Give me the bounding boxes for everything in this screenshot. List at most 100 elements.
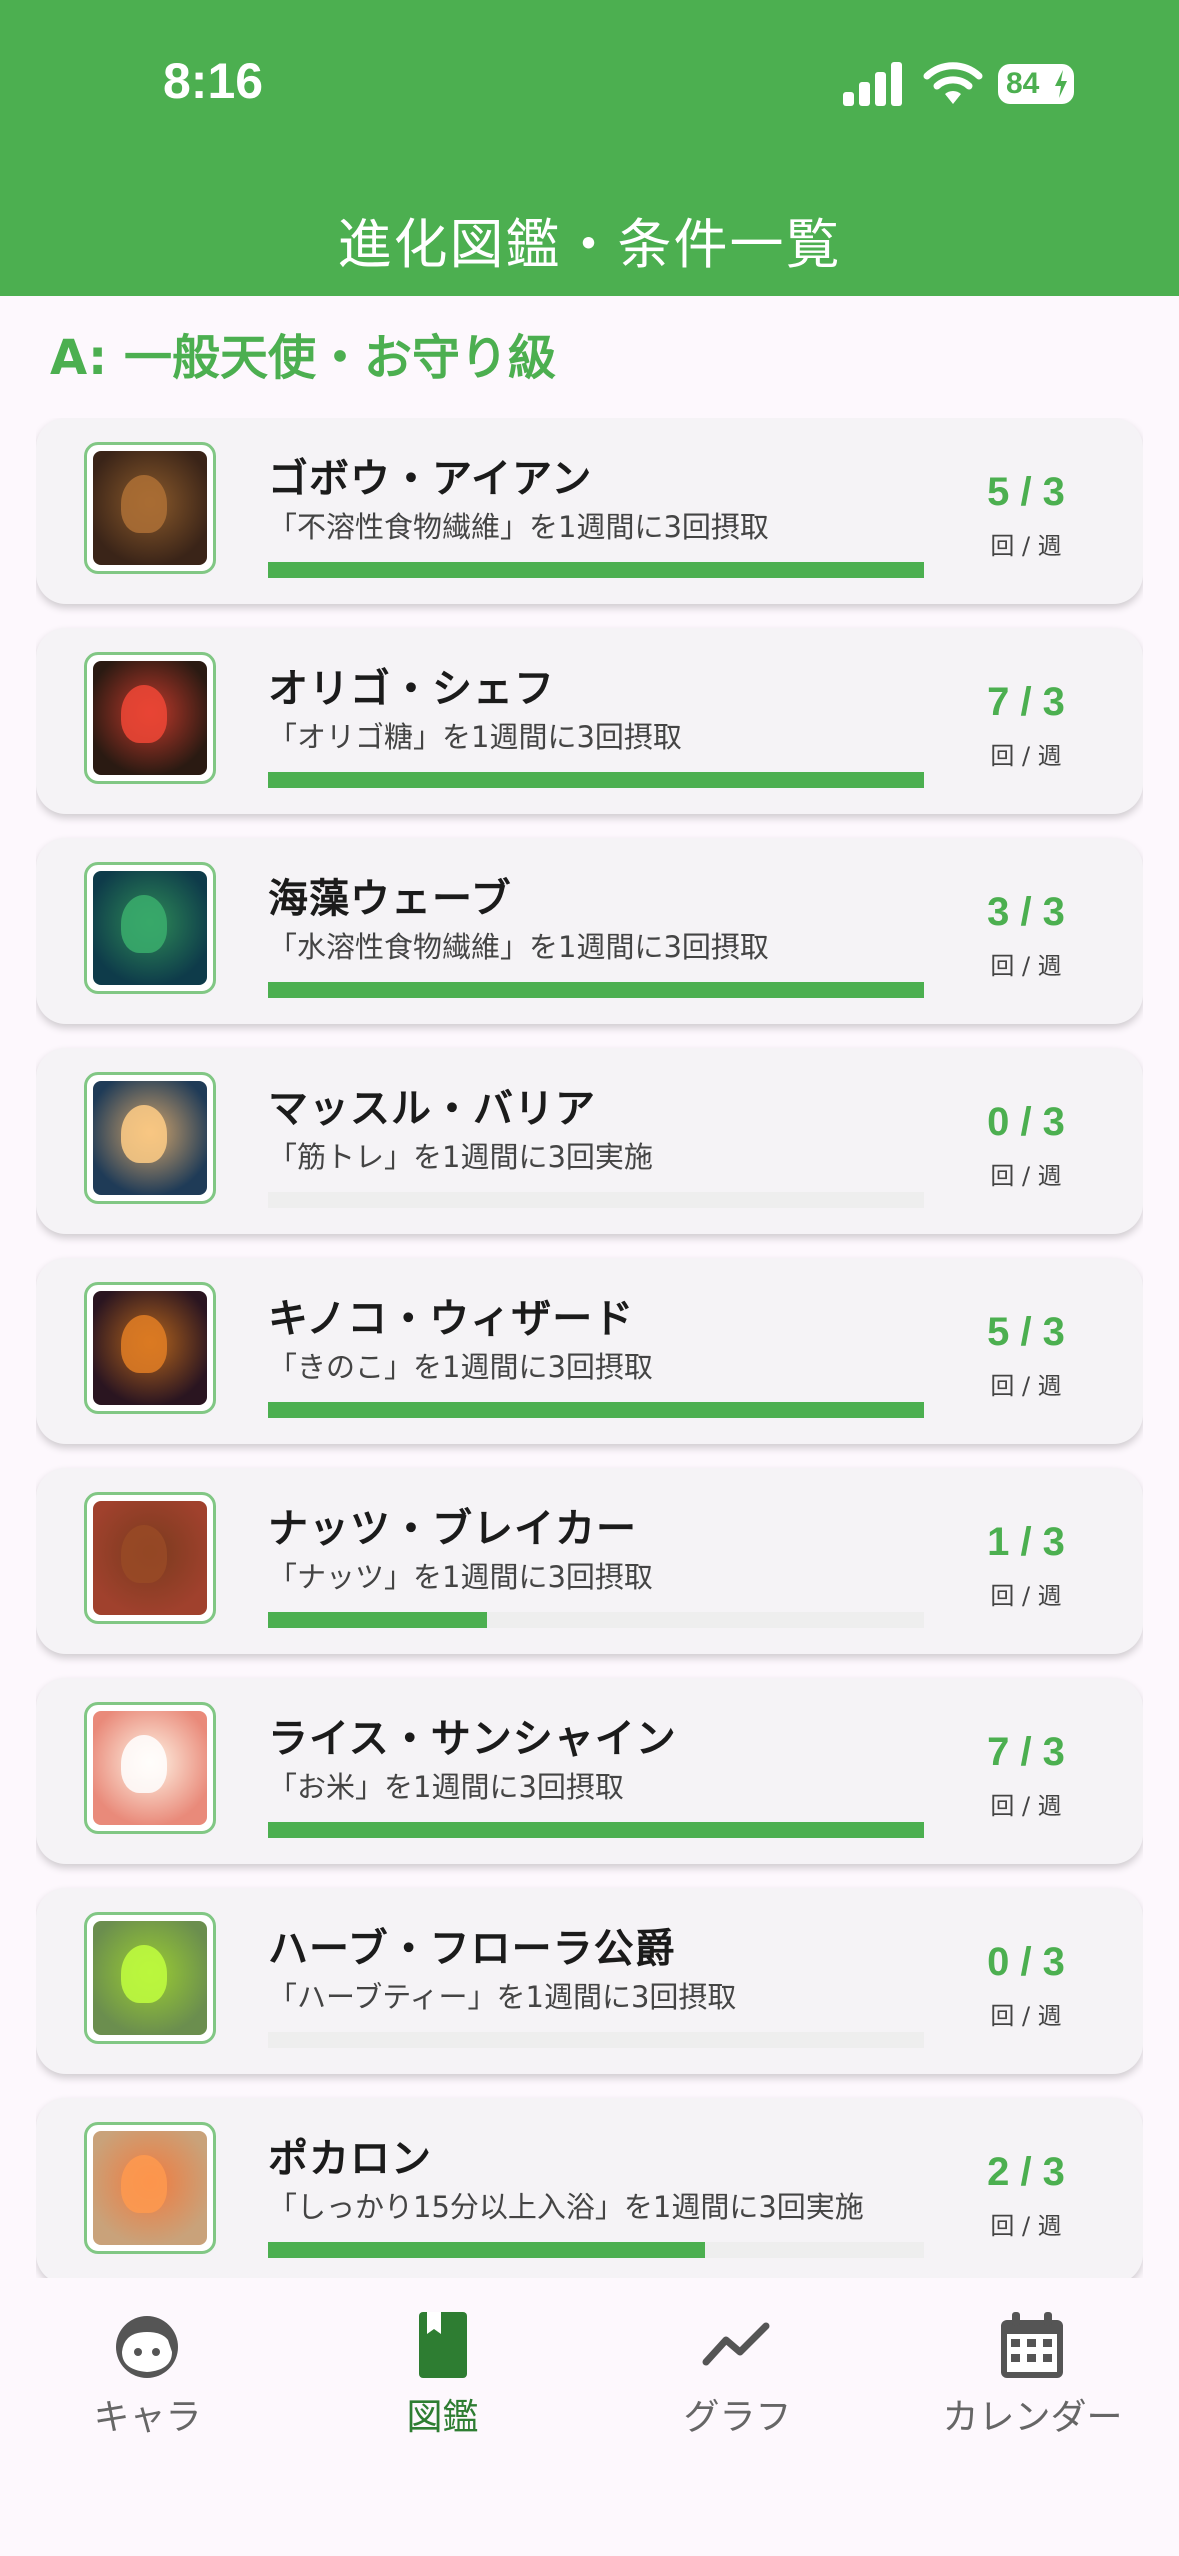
- nav-item-encyclopedia[interactable]: 図鑑: [295, 2280, 590, 2480]
- character-condition: 「しっかり15分以上入浴」を1週間に3回実施: [268, 2190, 864, 2224]
- progress-track: [268, 1402, 924, 1418]
- evolution-condition-list[interactable]: ゴボウ・アイアン 「不溶性食物繊維」を1週間に3回摂取 5 / 3 回 / 週 …: [36, 418, 1143, 2278]
- progress-count: 7 / 3: [987, 680, 1065, 724]
- progress-count: 5 / 3: [987, 1310, 1065, 1354]
- progress-unit: 回 / 週: [990, 1792, 1062, 1820]
- character-condition: 「ハーブティー」を1週間に3回摂取: [268, 1980, 737, 2014]
- progress-unit: 回 / 週: [990, 2212, 1062, 2240]
- progress-count: 7 / 3: [987, 1730, 1065, 1774]
- progress-count: 5 / 3: [987, 470, 1065, 514]
- character-card[interactable]: ハーブ・フローラ公爵 「ハーブティー」を1週間に3回摂取 0 / 3 回 / 週: [36, 1888, 1143, 2074]
- nav-item-character[interactable]: キャラ: [0, 2280, 295, 2480]
- character-card[interactable]: ゴボウ・アイアン 「不溶性食物繊維」を1週間に3回摂取 5 / 3 回 / 週: [36, 418, 1143, 604]
- character-figure: [121, 2155, 167, 2213]
- character-card[interactable]: キノコ・ウィザード 「きのこ」を1週間に3回摂取 5 / 3 回 / 週: [36, 1258, 1143, 1444]
- character-thumbnail: [84, 652, 216, 784]
- progress-track: [268, 1612, 924, 1628]
- progress-fill: [268, 1822, 924, 1838]
- character-card[interactable]: 海藻ウェーブ 「水溶性食物繊維」を1週間に3回摂取 3 / 3 回 / 週: [36, 838, 1143, 1024]
- character-thumbnail: [84, 1072, 216, 1204]
- character-figure: [121, 1105, 167, 1163]
- progress-count: 3 / 3: [987, 890, 1065, 934]
- battery-indicator: 84: [998, 64, 1074, 104]
- character-name: キノコ・ウィザード: [268, 1296, 635, 1342]
- wifi-icon: [923, 62, 983, 104]
- nav-item-graph[interactable]: グラフ: [590, 2280, 885, 2480]
- bottom-navigation: キャラ 図鑑 グラフ カレンダー: [0, 2280, 1179, 2556]
- progress-track: [268, 1822, 924, 1838]
- character-thumbnail: [84, 1702, 216, 1834]
- character-thumbnail: [84, 442, 216, 574]
- character-condition: 「きのこ」を1週間に3回摂取: [268, 1350, 653, 1384]
- chart-line-icon: [702, 2322, 770, 2366]
- character-condition: 「オリゴ糖」を1週間に3回摂取: [268, 720, 682, 754]
- nav-label: 図鑑: [406, 2397, 479, 2438]
- page-title: 進化図鑑・条件一覧: [337, 213, 842, 276]
- calendar-icon: [1001, 2312, 1063, 2378]
- book-icon: [419, 2312, 467, 2378]
- progress-fill: [268, 1612, 487, 1628]
- character-condition: 「お米」を1週間に3回摂取: [268, 1770, 624, 1804]
- progress-fill: [268, 2242, 706, 2258]
- nav-item-calendar[interactable]: カレンダー: [885, 2280, 1179, 2480]
- character-thumbnail: [84, 2122, 216, 2254]
- progress-track: [268, 982, 924, 998]
- character-thumbnail: [84, 1912, 216, 2044]
- progress-count: 0 / 3: [987, 1940, 1065, 1984]
- progress-fill: [268, 982, 924, 998]
- character-figure: [121, 475, 167, 533]
- progress-unit: 回 / 週: [990, 1582, 1062, 1610]
- character-condition: 「不溶性食物繊維」を1週間に3回摂取: [268, 510, 769, 544]
- progress-fill: [268, 1402, 924, 1418]
- character-card[interactable]: マッスル・バリア 「筋トレ」を1週間に3回実施 0 / 3 回 / 週: [36, 1048, 1143, 1234]
- progress-track: [268, 562, 924, 578]
- character-figure: [121, 685, 167, 743]
- character-condition: 「筋トレ」を1週間に3回実施: [268, 1140, 653, 1174]
- progress-unit: 回 / 週: [990, 2002, 1062, 2030]
- character-card[interactable]: オリゴ・シェフ 「オリゴ糖」を1週間に3回摂取 7 / 3 回 / 週: [36, 628, 1143, 814]
- character-name: オリゴ・シェフ: [268, 666, 555, 712]
- progress-track: [268, 2032, 924, 2048]
- status-time: 8:16: [163, 53, 264, 109]
- character-figure: [121, 1945, 167, 2003]
- progress-unit: 回 / 週: [990, 742, 1062, 770]
- progress-count: 0 / 3: [987, 1100, 1065, 1144]
- app-header: 8:16 84 進化図鑑・条件一覧: [0, 0, 1179, 296]
- progress-unit: 回 / 週: [990, 532, 1062, 560]
- character-card[interactable]: ポカロン 「しっかり15分以上入浴」を1週間に3回実施 2 / 3 回 / 週: [36, 2098, 1143, 2278]
- progress-track: [268, 1192, 924, 1208]
- character-condition: 「ナッツ」を1週間に3回摂取: [268, 1560, 653, 1594]
- progress-fill: [268, 562, 924, 578]
- character-name: ポカロン: [268, 2136, 432, 2182]
- progress-fill: [268, 772, 924, 788]
- progress-unit: 回 / 週: [990, 952, 1062, 980]
- nav-label: カレンダー: [942, 2397, 1123, 2438]
- character-condition: 「水溶性食物繊維」を1週間に3回摂取: [268, 930, 769, 964]
- character-name: ナッツ・ブレイカー: [268, 1506, 637, 1552]
- character-thumbnail: [84, 862, 216, 994]
- character-name: マッスル・バリア: [268, 1086, 596, 1132]
- battery-level: 84: [1006, 67, 1040, 100]
- character-face-icon: [116, 2316, 178, 2378]
- nav-label: キャラ: [93, 2397, 202, 2438]
- charging-bolt-icon: [1055, 70, 1067, 98]
- progress-track: [268, 772, 924, 788]
- progress-count: 2 / 3: [987, 2150, 1065, 2194]
- character-card[interactable]: ライス・サンシャイン 「お米」を1週間に3回摂取 7 / 3 回 / 週: [36, 1678, 1143, 1864]
- character-card[interactable]: ナッツ・ブレイカー 「ナッツ」を1週間に3回摂取 1 / 3 回 / 週: [36, 1468, 1143, 1654]
- character-thumbnail: [84, 1282, 216, 1414]
- progress-unit: 回 / 週: [990, 1372, 1062, 1400]
- character-name: 海藻ウェーブ: [268, 876, 512, 922]
- character-name: ハーブ・フローラ公爵: [268, 1926, 676, 1972]
- character-figure: [121, 1735, 167, 1793]
- character-figure: [121, 1525, 167, 1583]
- character-figure: [121, 1315, 167, 1373]
- character-figure: [121, 895, 167, 953]
- progress-count: 1 / 3: [987, 1520, 1065, 1564]
- section-title: A: 一般天使・お守り級: [50, 330, 556, 386]
- nav-label: グラフ: [683, 2397, 792, 2438]
- character-thumbnail: [84, 1492, 216, 1624]
- progress-track: [268, 2242, 924, 2258]
- character-name: ゴボウ・アイアン: [268, 456, 593, 502]
- character-name: ライス・サンシャイン: [268, 1716, 677, 1762]
